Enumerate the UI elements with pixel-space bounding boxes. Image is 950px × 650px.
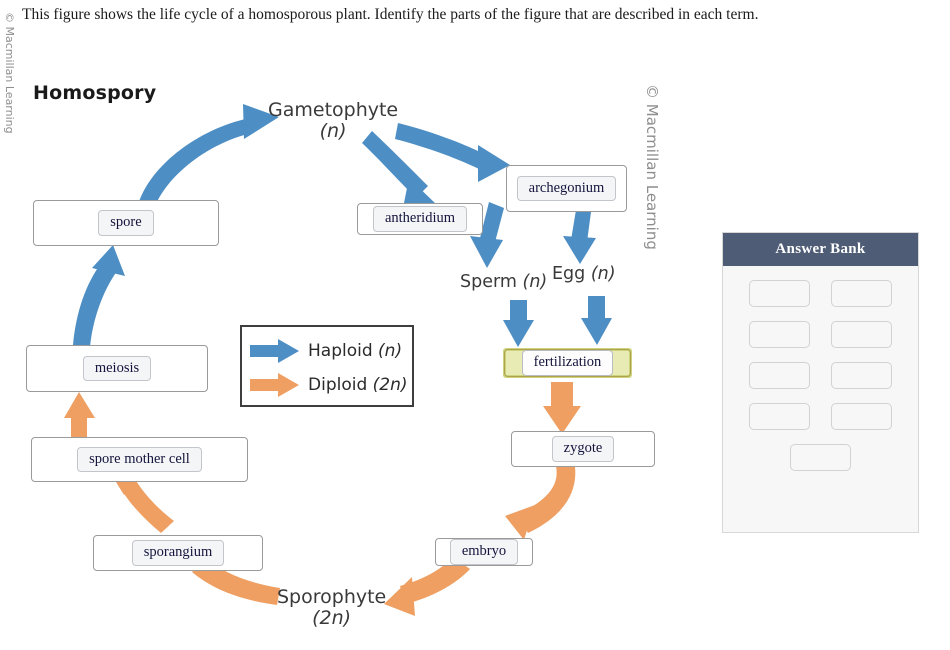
ploidy-legend: Haploid (n) Diploid (2n) [240,325,414,407]
dropbox-spore-mother-cell[interactable]: spore mother cell [31,437,248,482]
answer-bank-row [723,444,918,471]
answer-bank-row [723,362,918,389]
answer-bank-slot[interactable] [830,362,892,389]
gametophyte-ploidy: (n) [319,120,347,143]
answer-bank-row [723,321,918,348]
legend-row-haploid: Haploid (n) [250,334,412,368]
dropbox-meiosis[interactable]: meiosis [26,345,208,392]
dropbox-embryo[interactable]: embryo [435,538,533,566]
watermark-middle: © Macmillan Learning [643,84,661,250]
egg-name: Egg [552,264,586,284]
dropbox-zygote[interactable]: zygote [511,431,655,467]
arrow-spore-mother-cell-to-meiosis [64,392,95,440]
dropbox-spore[interactable]: spore [33,200,219,246]
arrow-fertilization-to-zygote [543,382,581,434]
figure-exercise-page: This figure shows the life cycle of a ho… [0,0,950,650]
arrow-egg-to-fertilization [581,296,612,345]
egg-ploidy: (n) [590,264,616,284]
dropbox-spore-mother-cell-token[interactable]: spore mother cell [77,446,202,473]
haploid-text: Haploid [308,341,373,361]
answer-bank-slot[interactable] [749,403,811,430]
answer-bank-slot[interactable] [830,321,892,348]
dropbox-embryo-token[interactable]: embryo [449,539,519,565]
answer-bank-slot[interactable] [790,444,851,471]
legend-label-diploid: Diploid (2n) [308,375,408,395]
exercise-prompt: This figure shows the life cycle of a ho… [22,6,759,23]
dropbox-fertilization-token[interactable]: fertilization [521,350,614,376]
gametophyte-name: Gametophyte [268,99,399,121]
arrow-archegonium-to-egg [563,210,596,264]
dropbox-spore-token[interactable]: spore [98,210,154,236]
arrow-gametophyte-to-antheridium [362,131,437,208]
answer-bank-row [723,280,918,307]
dropbox-fertilization[interactable]: fertilization [503,348,632,378]
dropbox-antheridium-token[interactable]: antheridium [372,206,468,232]
answer-bank-slot[interactable] [830,280,892,307]
arrow-sperm-to-fertilization [503,300,534,347]
dropbox-zygote-token[interactable]: zygote [551,436,615,462]
arrow-zygote-to-embryo [505,466,576,540]
dropbox-sporangium[interactable]: sporangium [93,535,263,571]
sporophyte-name: Sporophyte [277,586,387,608]
stage-label-egg: Egg (n) [552,264,616,285]
arrow-meiosis-to-spore [73,245,125,347]
dropbox-sporangium-token[interactable]: sporangium [131,540,225,566]
sperm-ploidy: (n) [522,272,548,292]
answer-bank-title: Answer Bank [723,233,918,266]
sperm-name: Sperm [460,272,517,292]
haploid-ploidy: (n) [378,341,403,361]
stage-label-sperm: Sperm (n) [460,272,548,293]
answer-bank-slot[interactable] [749,321,811,348]
diploid-arrow-icon [250,373,299,397]
answer-bank-panel: Answer Bank [722,232,919,533]
answer-bank-slot[interactable] [830,403,892,430]
answer-bank-row [723,403,918,430]
answer-bank-slot[interactable] [749,280,811,307]
arrow-spore-to-gametophyte [138,104,279,209]
diploid-text: Diploid [308,375,368,395]
dropbox-meiosis-token[interactable]: meiosis [82,355,152,382]
stage-label-sporophyte: Sporophyte (2n) [277,586,387,630]
dropbox-archegonium[interactable]: archegonium [506,165,627,212]
sporophyte-ploidy: (2n) [312,607,352,630]
arrow-gametophyte-to-archegonium [395,123,510,182]
legend-label-haploid: Haploid (n) [308,341,402,361]
answer-bank-slot[interactable] [749,362,811,389]
dropbox-archegonium-token[interactable]: archegonium [516,175,617,202]
haploid-arrow-icon [250,339,299,363]
answer-bank-body [723,266,918,471]
dropbox-antheridium[interactable]: antheridium [357,203,483,235]
figure-title: Homospory [33,82,157,104]
watermark-left: © Macmillan Learning [3,12,16,134]
stage-label-gametophyte: Gametophyte (n) [268,99,399,143]
diploid-ploidy: (2n) [372,375,408,395]
legend-row-diploid: Diploid (2n) [250,368,412,402]
